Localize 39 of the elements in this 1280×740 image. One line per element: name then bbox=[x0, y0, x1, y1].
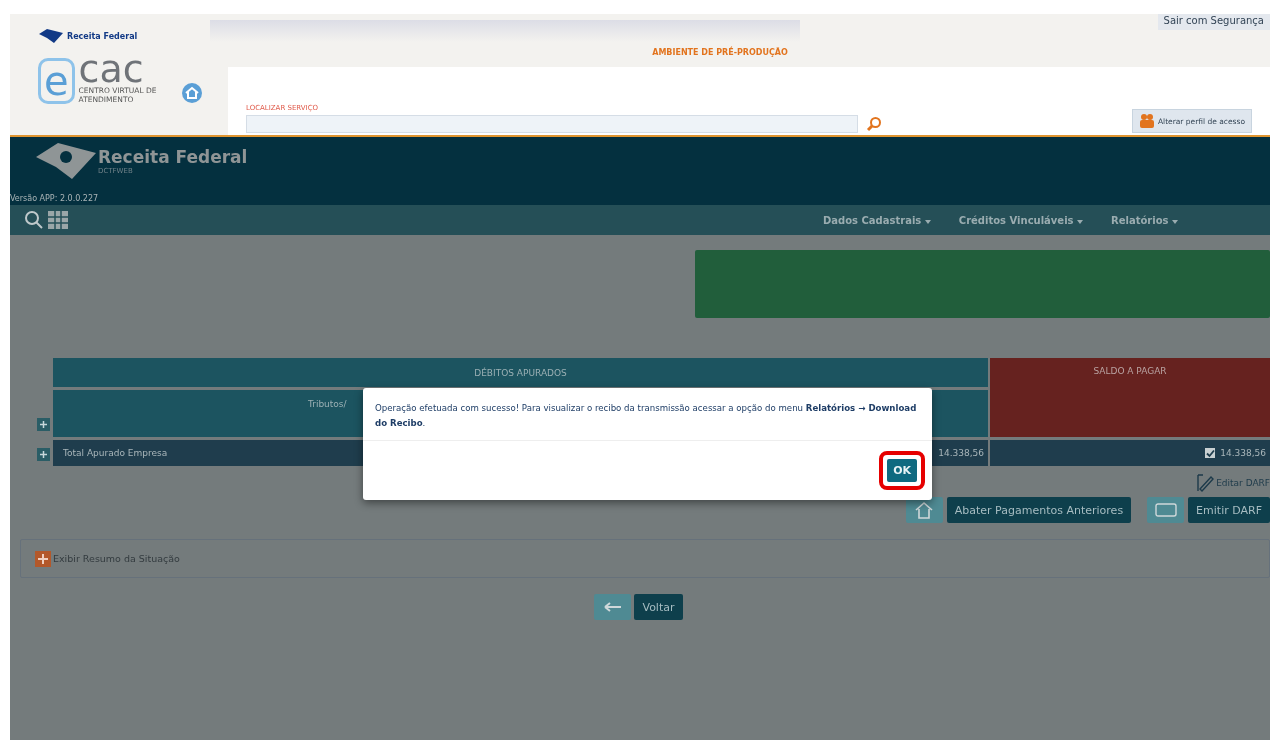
summary-toggle[interactable]: Exibir Resumo da Situação bbox=[53, 553, 180, 564]
nav-menu[interactable]: Dados Cadastrais bbox=[823, 214, 931, 226]
search-icon[interactable] bbox=[24, 210, 44, 230]
checkbox[interactable] bbox=[1205, 448, 1216, 458]
deduct-payments-button[interactable]: Abater Pagamentos Anteriores bbox=[946, 497, 1132, 523]
search-icon[interactable] bbox=[866, 116, 882, 132]
nav-menu[interactable]: Relatórios bbox=[1111, 214, 1178, 226]
version-label: Versão APP: 2.0.0.227 bbox=[10, 194, 100, 205]
emblem-icon bbox=[34, 141, 98, 181]
table-header: DÉBITOS APURADOS bbox=[53, 358, 988, 387]
table-cell: 14.338,56 bbox=[938, 448, 984, 458]
grid-icon[interactable] bbox=[48, 211, 68, 229]
back-button[interactable]: Voltar bbox=[634, 594, 683, 620]
search-field[interactable] bbox=[246, 115, 858, 133]
brand-name: Receita Federal bbox=[98, 147, 248, 167]
pencil-icon bbox=[1197, 474, 1216, 492]
emblem-icon bbox=[38, 28, 64, 44]
agency-logo-text: Receita Federal bbox=[67, 31, 138, 41]
caret-icon bbox=[924, 219, 931, 224]
expand-icon[interactable] bbox=[37, 418, 50, 431]
issue-darf-button[interactable]: Emitir DARF bbox=[1188, 497, 1270, 523]
ecac-logo-text: cac bbox=[78, 52, 145, 86]
nav-menu[interactable]: Créditos Vinculáveis bbox=[958, 214, 1083, 226]
table-cell: Total Apurado Empresa bbox=[63, 448, 168, 458]
document-icon[interactable] bbox=[1147, 497, 1185, 523]
expand-icon[interactable] bbox=[37, 448, 50, 461]
people-icon bbox=[1138, 114, 1155, 128]
caret-icon bbox=[1172, 219, 1178, 224]
logout-link[interactable]: Sair com Segurança bbox=[1157, 14, 1270, 30]
table-cell: 14.338,56 bbox=[1220, 448, 1266, 458]
ecac-logo-mark: e bbox=[38, 58, 75, 104]
table-header: SALDO A PAGAR bbox=[990, 358, 1270, 437]
caret-icon bbox=[1077, 219, 1083, 224]
success-message: Operação efetuada com sucesso! Para visualizar o recibo da transmissão acessar a opção do menu Relatórios → Download do Recibo. bbox=[363, 388, 932, 441]
home-icon[interactable] bbox=[905, 497, 943, 523]
expand-icon[interactable] bbox=[35, 550, 51, 567]
edit-link[interactable]: Editar DARF bbox=[1197, 474, 1270, 492]
environment-label: AMBIENTE DE PRÉ-PRODUÇÃO bbox=[651, 48, 789, 59]
ok-button[interactable]: OK bbox=[887, 459, 917, 482]
